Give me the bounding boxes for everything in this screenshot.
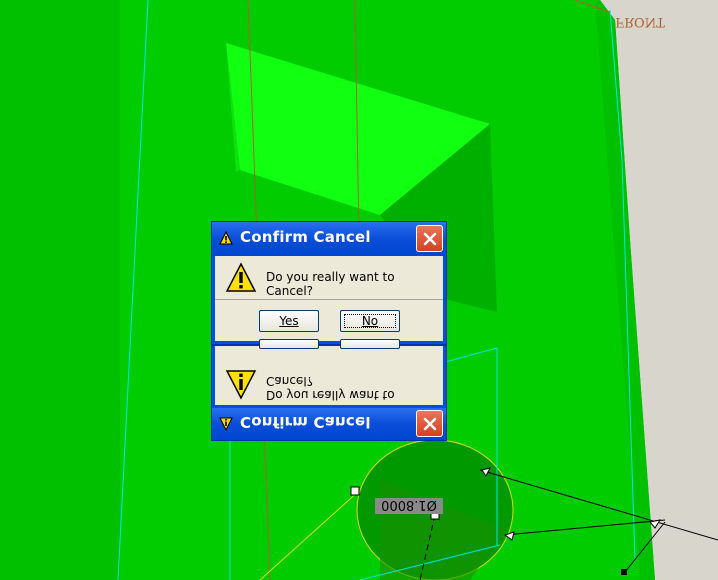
snap-point[interactable] <box>621 569 627 575</box>
yes-button[interactable]: Yes <box>259 310 319 332</box>
focus-rect <box>344 314 396 328</box>
model-face-left <box>0 0 140 580</box>
confirm-cancel-dialog: Confirm Cancel Do you really want to Can… <box>211 221 447 345</box>
warning-icon <box>219 417 233 431</box>
dialog-titlebar[interactable]: Confirm Cancel <box>212 222 446 256</box>
reflection-titlebar: Confirm Cancel <box>212 408 446 440</box>
dialog-message: Do you really want to Cancel? <box>266 270 395 298</box>
warning-icon <box>225 370 257 400</box>
dialog-separator <box>215 299 443 300</box>
reflection-button-yes <box>259 339 319 349</box>
dialog-reflection: Do you really want to Cancel? Confirm Ca… <box>211 339 447 441</box>
reflection-button-no <box>340 339 400 349</box>
close-button[interactable] <box>416 225 443 252</box>
datum-label-front: FRONT <box>615 14 665 29</box>
reflection-title: Confirm Cancel <box>240 413 371 431</box>
reflection-close <box>416 410 443 437</box>
reflection-message: Do you really want to Cancel? <box>266 374 395 402</box>
warning-icon <box>225 262 257 292</box>
reflection-body: Do you really want to Cancel? <box>215 339 443 405</box>
no-button[interactable]: No <box>340 310 400 332</box>
close-icon <box>423 417 436 430</box>
dimension-text: Ø1.8000 <box>381 497 437 512</box>
dialog-title: Confirm Cancel <box>240 228 371 246</box>
yes-button-label: Yes <box>279 314 299 328</box>
close-icon <box>423 232 436 245</box>
dialog-body: Do you really want to Cancel? Yes No <box>215 256 443 341</box>
warning-icon <box>219 231 233 245</box>
drag-handle[interactable] <box>350 486 360 496</box>
